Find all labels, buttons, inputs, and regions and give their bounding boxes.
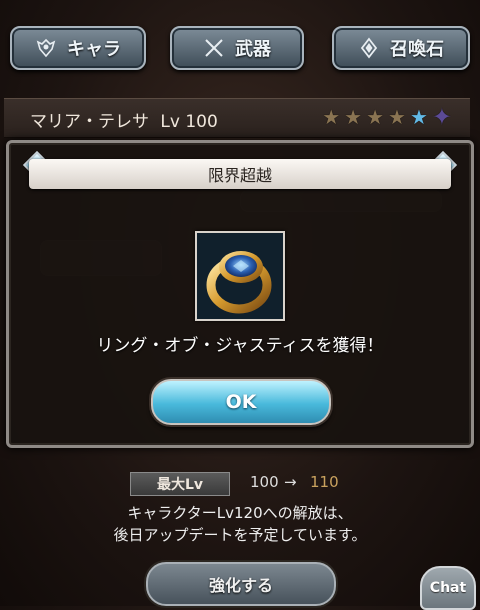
dialog-title-bar: 限界超越	[29, 159, 451, 189]
chat-button-label: Chat	[429, 580, 467, 596]
tab-character-label: キャラ	[67, 39, 121, 60]
star-icon: ★	[344, 105, 363, 129]
character-header: マリア・テレサ Lv 100 ★ ★ ★ ★ ★ ✦	[4, 98, 470, 138]
star-icon: ★	[366, 105, 385, 129]
character-emblem-icon	[36, 38, 56, 58]
golden-ring-icon	[197, 233, 283, 319]
ok-button-label: OK	[225, 391, 257, 413]
max-level-label: 最大Lv	[130, 472, 230, 496]
character-level: Lv 100	[160, 112, 218, 132]
summon-stone-icon	[360, 37, 378, 59]
purple-star-icon: ✦	[431, 103, 452, 131]
limit-break-dialog: 限界超越 リング・オブ・ジャスティスを獲得！ OK	[6, 140, 474, 448]
tab-summon-label: 召喚石	[390, 39, 444, 60]
character-name: マリア・テレサ Lv 100	[30, 107, 218, 132]
item-image-frame	[195, 231, 285, 321]
update-notice: キャラクターLv120への解放は、 後日アップデートを予定しています。	[0, 502, 480, 546]
update-notice-line2: 後日アップデートを予定しています。	[113, 526, 367, 544]
tab-character[interactable]: キャラ	[10, 26, 146, 70]
update-notice-line1: キャラクターLv120への解放は、	[127, 504, 353, 522]
tab-weapon[interactable]: 武器	[170, 26, 304, 70]
acquired-message: リング・オブ・ジャスティスを獲得！	[96, 336, 384, 356]
character-name-text: マリア・テレサ	[30, 112, 149, 132]
max-level-from: 100	[250, 473, 279, 491]
star-icon: ★	[322, 105, 341, 129]
dialog-title: 限界超越	[207, 166, 272, 185]
rarity-stars: ★ ★ ★ ★ ★ ✦	[322, 105, 452, 129]
max-level-arrow: →	[284, 473, 297, 491]
crossed-swords-icon	[205, 39, 223, 57]
enhance-button-label: 強化する	[208, 576, 273, 595]
tab-summon[interactable]: 召喚石	[332, 26, 470, 70]
blue-star-icon: ★	[409, 105, 428, 129]
ok-button[interactable]: OK	[151, 379, 331, 425]
max-level-to: 110	[310, 473, 339, 491]
tab-weapon-label: 武器	[235, 39, 271, 60]
star-icon: ★	[388, 105, 406, 129]
top-tab-bar: キャラ 武器 召喚石	[0, 26, 480, 72]
enhance-button[interactable]: 強化する	[146, 562, 336, 606]
chat-button[interactable]: Chat	[420, 566, 476, 610]
